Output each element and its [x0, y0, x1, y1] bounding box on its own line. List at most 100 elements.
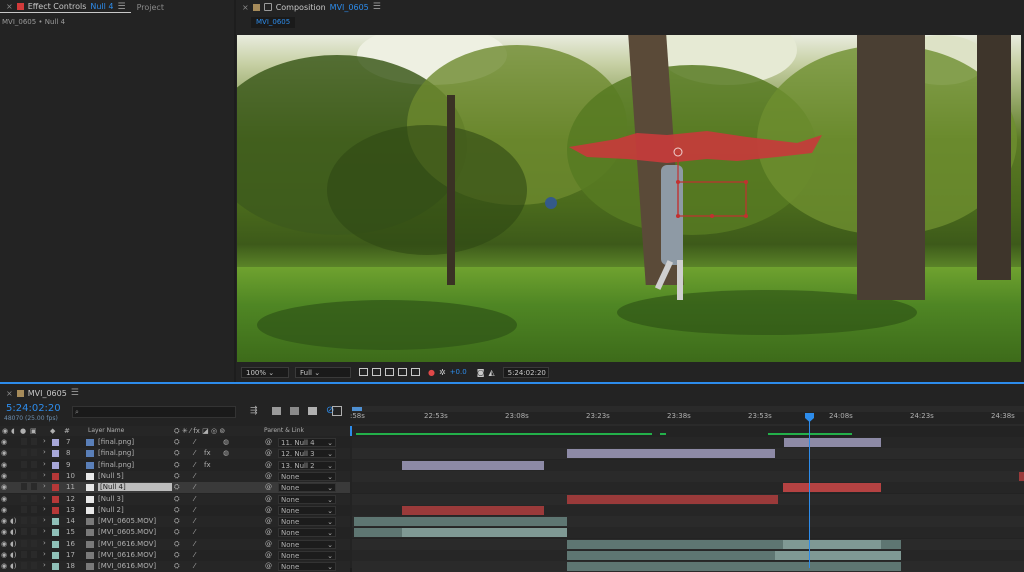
pickwhip-icon[interactable]: @ [265, 551, 272, 559]
expand-chevron-icon[interactable]: › [43, 550, 46, 558]
guides-icon[interactable] [398, 368, 407, 376]
solo-toggle[interactable] [21, 438, 27, 445]
layer-search-input[interactable]: ⌕ [72, 406, 236, 418]
parent-dropdown[interactable]: None ⌄ [278, 551, 336, 560]
eye-icon[interactable]: ◉ [1, 495, 7, 503]
eye-icon[interactable]: ◉ [1, 472, 7, 480]
layer-duration-bar[interactable] [354, 528, 402, 538]
snapshot-icon[interactable]: ◙ [477, 368, 485, 377]
quality-switch-icon[interactable]: ⁄ [194, 562, 195, 570]
shy-switch-icon[interactable]: ⛭ [174, 449, 180, 458]
panel-menu-icon[interactable]: ☰ [373, 2, 381, 12]
pickwhip-icon[interactable]: @ [265, 540, 272, 548]
solo-toggle[interactable] [21, 449, 27, 457]
shy-switch-icon[interactable]: ⛭ [174, 562, 180, 571]
layer-duration-bar[interactable] [783, 539, 881, 549]
expand-chevron-icon[interactable]: › [43, 448, 46, 456]
quality-switch-icon[interactable]: ⁄ [194, 438, 195, 446]
parent-dropdown[interactable]: None ⌄ [278, 483, 336, 493]
graph-editor-icon[interactable] [332, 406, 342, 416]
solo-toggle[interactable] [21, 494, 27, 502]
fx-switch-icon[interactable]: fx [204, 461, 211, 469]
expand-chevron-icon[interactable]: › [43, 437, 46, 445]
work-area-start-handle[interactable] [352, 407, 362, 411]
parent-dropdown[interactable]: None ⌄ [278, 539, 336, 549]
quality-switch-icon[interactable]: ⁄ [194, 449, 195, 457]
layer-duration-bar[interactable] [402, 460, 544, 470]
speaker-icon[interactable]: ◖) [10, 551, 16, 559]
shy-switch-icon[interactable]: ⛭ [174, 528, 180, 537]
quality-switch-icon[interactable]: ⁄ [194, 551, 195, 559]
shy-layers-icon[interactable] [290, 407, 299, 415]
label-color-swatch[interactable] [52, 552, 59, 559]
expand-chevron-icon[interactable]: › [43, 527, 46, 535]
layer-duration-bar[interactable] [567, 494, 778, 504]
expand-chevron-icon[interactable]: › [43, 539, 46, 547]
layer-name[interactable]: [Null 2] [98, 506, 124, 514]
layer-duration-bar[interactable] [567, 449, 775, 459]
layer-row[interactable]: ◉ › 12 [Null 3] ⛭ ⁄ @ None ⌄ [0, 493, 350, 505]
solo-toggle[interactable] [21, 551, 27, 558]
lock-toggle[interactable] [31, 460, 37, 468]
viewer-timecode[interactable]: 5:24:02:20 [502, 366, 549, 378]
lock-toggle[interactable] [31, 539, 37, 547]
label-color-swatch[interactable] [52, 495, 59, 503]
eye-icon[interactable]: ◉ [1, 551, 7, 559]
layer-name[interactable]: [MVI_0616.MOV] [98, 540, 156, 548]
parent-dropdown[interactable]: None ⌄ [278, 528, 336, 538]
lock-toggle[interactable] [31, 471, 37, 479]
label-color-swatch[interactable] [52, 439, 59, 446]
exposure-value[interactable]: +0.0 [450, 368, 467, 376]
layer-row[interactable]: ◉ ◖) › 14 [MVI_0605.MOV] ⛭ ⁄ @ None ⌄ [0, 516, 350, 528]
pickwhip-icon[interactable]: @ [265, 461, 272, 469]
comp-sub-tab[interactable]: MVI_0605 [251, 17, 296, 28]
layer-name[interactable]: [final.png] [98, 449, 134, 457]
lock-toggle[interactable] [31, 517, 37, 525]
exposure-gear-icon[interactable]: ✲ [439, 368, 446, 377]
eye-icon[interactable]: ◉ [1, 540, 7, 548]
layer-duration-bar[interactable] [775, 551, 901, 560]
label-color-swatch[interactable] [52, 506, 59, 514]
layer-row[interactable]: ◉ › 10 [Null 5] ⛭ ⁄ @ None ⌄ [0, 470, 350, 482]
pickwhip-icon[interactable]: @ [265, 528, 272, 536]
playhead-line[interactable] [809, 414, 810, 568]
eye-icon[interactable]: ◉ [1, 528, 7, 536]
eye-icon[interactable]: ◉ [1, 483, 7, 491]
quality-switch-icon[interactable]: ⁄ [194, 540, 195, 548]
layer-duration-bar[interactable] [354, 517, 567, 527]
layer-row[interactable]: ◉ › 13 [Null 2] ⛭ ⁄ @ None ⌄ [0, 504, 350, 516]
label-color-swatch[interactable] [52, 529, 59, 537]
channel-icon[interactable]: ● [428, 368, 435, 377]
quality-switch-icon[interactable]: ⁄ [194, 472, 195, 480]
layer-row[interactable]: ◉ › 8 [final.png] ⛭ ⁄ fx ◍ @12. Null 3 ⌄ [0, 448, 350, 460]
solo-toggle[interactable] [21, 505, 27, 513]
motion-blur-switch-icon[interactable]: ◍ [223, 449, 229, 457]
current-time[interactable]: 5:24:02:20 [6, 403, 61, 414]
layer-row[interactable]: ◉ ◖) › 18 [MVI_0616.MOV] ⛭ ⁄ @ None ⌄ [0, 561, 350, 572]
lock-toggle[interactable] [31, 494, 37, 502]
lock-toggle[interactable] [31, 438, 37, 445]
eye-icon[interactable]: ◉ [1, 461, 7, 469]
panel-menu-icon[interactable]: ☰ [118, 2, 126, 12]
lock-icon[interactable] [263, 3, 272, 11]
lock-toggle[interactable] [31, 449, 37, 457]
solo-toggle[interactable] [21, 517, 27, 525]
lock-toggle[interactable] [31, 505, 37, 513]
close-icon[interactable]: × [6, 2, 13, 11]
pickwhip-icon[interactable]: @ [265, 472, 272, 480]
solo-toggle[interactable] [21, 528, 27, 536]
layer-name[interactable]: [MVI_0605.MOV] [98, 528, 156, 536]
label-color-swatch[interactable] [52, 518, 59, 526]
layer-row[interactable]: ◉ ◖) › 15 [MVI_0605.MOV] ⛭ ⁄ @ None ⌄ [0, 527, 350, 539]
label-color-swatch[interactable] [52, 461, 59, 469]
shy-switch-icon[interactable]: ⛭ [174, 495, 180, 504]
label-color-swatch[interactable] [52, 563, 59, 571]
layer-row[interactable]: ◉ › 7 [final.png] ⛭ ⁄ ◍ @11. Null 4 ⌄ [0, 437, 350, 448]
layer-duration-bar[interactable] [402, 505, 544, 515]
solo-toggle[interactable] [21, 471, 27, 479]
effect-controls-tab[interactable]: × Effect Controls Null 4 ☰ [0, 2, 131, 13]
quality-switch-icon[interactable]: ⁄ [194, 461, 195, 469]
shy-switch-icon[interactable]: ⛭ [174, 506, 180, 515]
layer-duration-bar[interactable] [784, 438, 881, 447]
comp-flowchart-icon[interactable]: ⇶ [250, 406, 258, 416]
